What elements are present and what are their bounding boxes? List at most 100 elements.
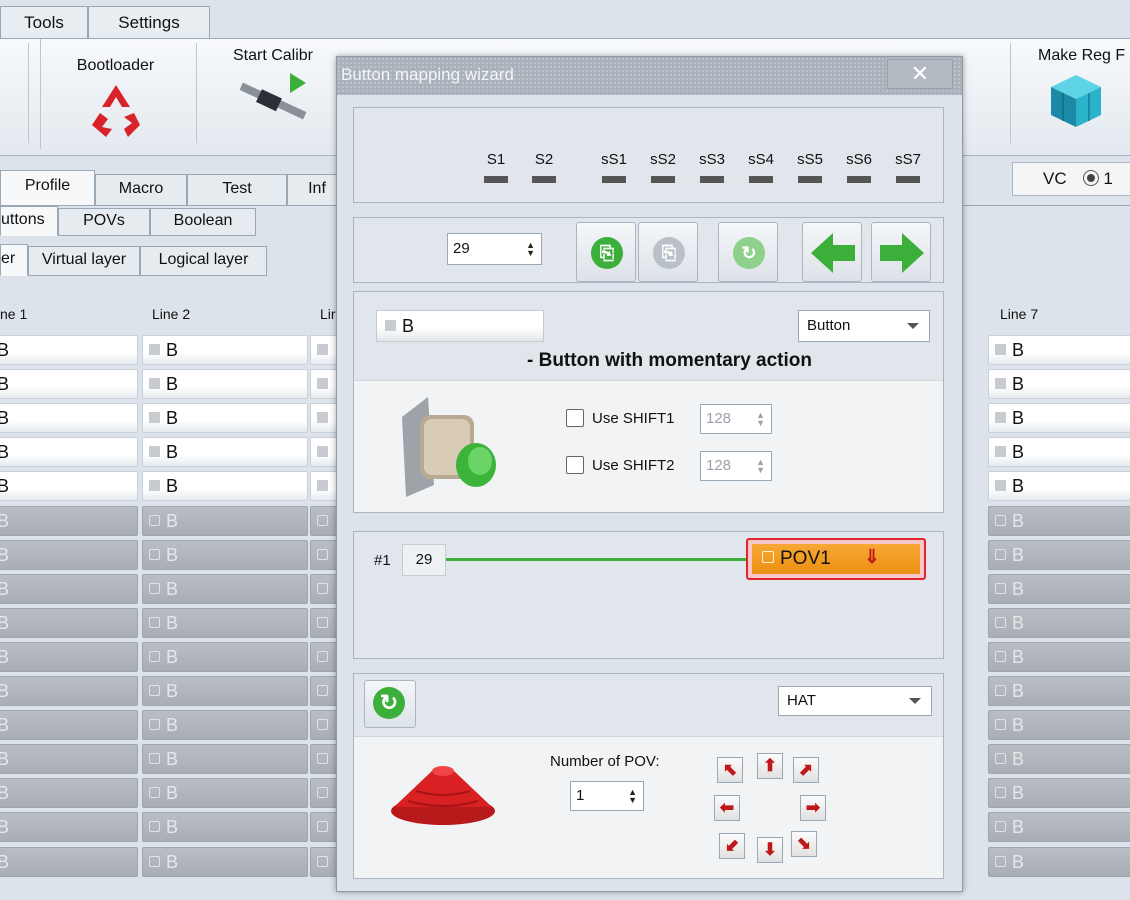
cell-state-icon	[995, 685, 1006, 696]
grid-cell[interactable]: B	[142, 505, 308, 536]
tab-profile[interactable]: Profile	[0, 170, 95, 206]
grid-cell[interactable]: B	[988, 846, 1130, 877]
grid-cell[interactable]: B	[0, 369, 138, 400]
grid-cell[interactable]: B	[0, 403, 138, 434]
grid-cell[interactable]: B	[142, 369, 308, 400]
shift2-option[interactable]: Use SHIFT2	[566, 456, 675, 474]
grid-cell[interactable]: B	[988, 369, 1130, 400]
grid-cell[interactable]: B	[142, 403, 308, 434]
tab-virtual-layer[interactable]: Virtual layer	[28, 246, 140, 276]
spinner-arrows-icon[interactable]: ▲ ▼	[628, 788, 637, 805]
menu-tab-tools[interactable]: Tools	[0, 6, 88, 40]
vc-radio[interactable]	[1082, 170, 1099, 186]
cell-label: B	[0, 612, 10, 633]
grid-cell[interactable]: B	[0, 710, 138, 741]
close-button[interactable]: ✕	[887, 59, 953, 89]
grid-cell[interactable]: B	[988, 573, 1130, 604]
tab-povs[interactable]: POVs	[58, 208, 150, 236]
grid-cell[interactable]: B	[0, 676, 138, 706]
button-type-select[interactable]: Button	[798, 310, 930, 342]
pov-down-button[interactable]: ⬇	[757, 837, 783, 863]
shift1-spinner[interactable]: 128 ▲ ▼	[700, 404, 772, 434]
shift2-checkbox[interactable]	[566, 456, 584, 474]
pov-down-left-button[interactable]: ⬋	[719, 833, 745, 859]
tab-buttons[interactable]: uttons	[0, 206, 58, 236]
grid-cell[interactable]: B	[988, 710, 1130, 741]
tab-boolean[interactable]: Boolean	[150, 208, 256, 236]
cell-label: B	[1012, 408, 1025, 429]
grid-cell[interactable]: B	[988, 607, 1130, 638]
dialog-titlebar[interactable]: Button mapping wizard ✕	[337, 57, 962, 95]
button-number-spinner[interactable]: 29 ▲ ▼	[447, 233, 542, 265]
grid-cell[interactable]: B	[0, 505, 138, 536]
grid-cell[interactable]: B	[988, 676, 1130, 706]
pov-mode-select[interactable]: HAT	[778, 686, 932, 716]
grid-cell[interactable]: B	[988, 471, 1130, 502]
grid-cell[interactable]: B	[142, 676, 308, 706]
grid-cell[interactable]: B	[0, 335, 138, 365]
button-name-field[interactable]: B	[376, 310, 544, 342]
grid-cell[interactable]: B	[142, 846, 308, 877]
shift1-checkbox[interactable]	[566, 409, 584, 427]
pov-down-right-button[interactable]: ⬊	[791, 831, 817, 857]
pov-up-left-button[interactable]: ⬉	[717, 757, 743, 783]
grid-cell[interactable]: B	[142, 437, 308, 468]
make-reg-button[interactable]: Make Reg F	[1022, 39, 1130, 149]
grid-cell[interactable]: B	[988, 437, 1130, 468]
spinner-arrows-icon[interactable]: ▲ ▼	[756, 458, 765, 475]
grid-cell[interactable]: B	[142, 812, 308, 843]
tab-macro[interactable]: Macro	[95, 174, 187, 206]
grid-cell[interactable]: B	[142, 744, 308, 775]
grid-cell[interactable]: B	[0, 437, 138, 468]
grid-cell[interactable]: B	[0, 471, 138, 502]
grid-cell[interactable]: B	[0, 641, 138, 672]
menu-tab-settings[interactable]: Settings	[88, 6, 210, 40]
pov-target-button[interactable]: POV1 ⇓	[752, 544, 920, 574]
grid-cell[interactable]: B	[988, 812, 1130, 843]
grid-cell[interactable]: B	[142, 471, 308, 502]
grid-cell[interactable]: B	[142, 710, 308, 741]
grid-cell[interactable]: B	[142, 335, 308, 365]
grid-cell[interactable]: B	[142, 778, 308, 809]
grid-cell[interactable]: B	[0, 573, 138, 604]
start-calibration-button[interactable]: Start Calibr	[208, 39, 338, 149]
tab-test[interactable]: Test	[187, 174, 287, 206]
spinner-arrows-icon[interactable]: ▲ ▼	[756, 411, 765, 428]
cell-label: B	[0, 578, 10, 599]
grid-cell[interactable]: B	[0, 812, 138, 843]
pov-up-right-button[interactable]: ⬈	[793, 757, 819, 783]
grid-cell[interactable]: B	[0, 607, 138, 638]
grid-cell[interactable]: B	[0, 846, 138, 877]
switch-state-bar	[651, 176, 675, 183]
grid-cell[interactable]: B	[142, 539, 308, 570]
shift1-option[interactable]: Use SHIFT1	[566, 409, 675, 427]
grid-cell[interactable]: B	[142, 641, 308, 672]
copy-button[interactable]: ⎘	[576, 222, 636, 282]
tab-logical-layer[interactable]: Logical layer	[140, 246, 267, 276]
pov-reset-button[interactable]: ↻	[364, 680, 416, 728]
grid-cell[interactable]: B	[988, 778, 1130, 809]
grid-cell[interactable]: B	[988, 744, 1130, 775]
pov-right-button[interactable]: ➡	[800, 795, 826, 821]
grid-cell[interactable]: B	[0, 744, 138, 775]
pov-up-button[interactable]: ⬆	[757, 753, 783, 779]
grid-cell[interactable]: B	[988, 335, 1130, 365]
grid-cell[interactable]: B	[988, 539, 1130, 570]
bootloader-button[interactable]: Bootloader	[40, 39, 190, 149]
pov-left-button[interactable]: ⬅	[714, 795, 740, 821]
shift2-spinner[interactable]: 128 ▲ ▼	[700, 451, 772, 481]
paste-button[interactable]: ⎘	[638, 222, 698, 282]
pov-number-spinner[interactable]: 1 ▲ ▼	[570, 781, 644, 811]
grid-cell[interactable]: B	[988, 641, 1130, 672]
grid-cell[interactable]: B	[142, 607, 308, 638]
spinner-arrows-icon[interactable]: ▲ ▼	[526, 241, 535, 258]
grid-cell[interactable]: B	[142, 573, 308, 604]
reset-button[interactable]: ↻	[718, 222, 778, 282]
grid-cell[interactable]: B	[988, 505, 1130, 536]
grid-cell[interactable]: B	[0, 539, 138, 570]
grid-cell[interactable]: B	[0, 778, 138, 809]
previous-button[interactable]	[802, 222, 862, 282]
tab-physical-layer[interactable]: er	[0, 244, 28, 276]
grid-cell[interactable]: B	[988, 403, 1130, 434]
next-button[interactable]	[871, 222, 931, 282]
